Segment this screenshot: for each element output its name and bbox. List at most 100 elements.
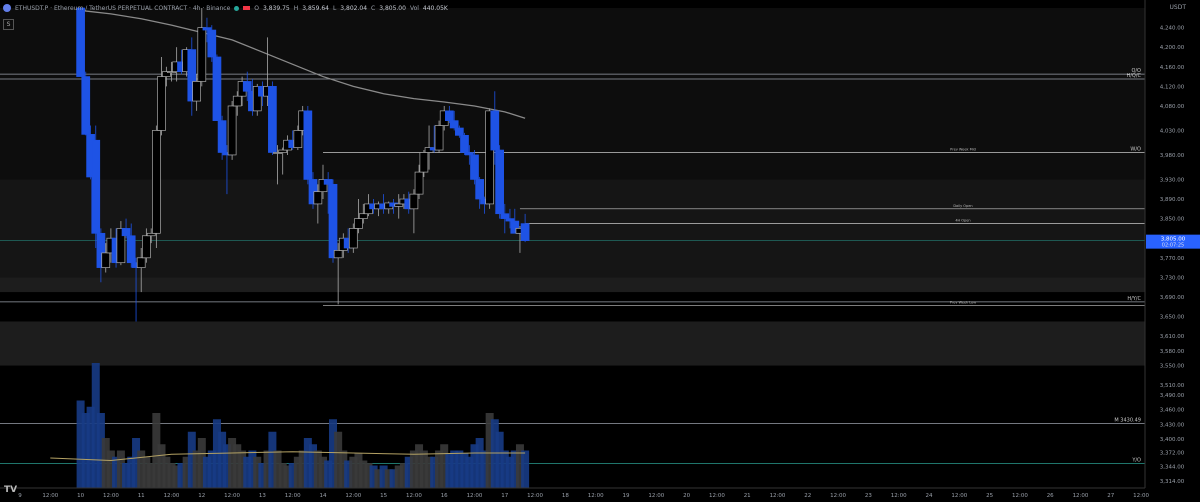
candle-body [121, 228, 131, 237]
time-tick: 12:00 [770, 493, 786, 499]
price-tick: 3,770.00 [1160, 256, 1185, 262]
time-tick: 12:00 [648, 493, 664, 499]
candle-body [328, 183, 338, 259]
level-label: H/Q/C [1126, 73, 1141, 79]
time-tick: 9 [18, 493, 22, 499]
candle [76, 7, 85, 77]
time-tick: 19 [623, 493, 630, 499]
candle-body [227, 105, 237, 156]
candle-body [136, 257, 146, 268]
level-note: Prev Week Mid [950, 147, 976, 151]
candle-body [449, 120, 459, 129]
ohlc-low-label: L [332, 4, 337, 12]
time-tick: 24 [926, 493, 933, 499]
price-zone [0, 321, 1145, 366]
candle [303, 105, 313, 185]
candle-body [520, 223, 530, 242]
time-tick: 12:00 [285, 493, 301, 499]
candle [91, 125, 101, 248]
time-tick: 12:00 [709, 493, 725, 499]
time-tick: 12:00 [1012, 493, 1028, 499]
time-tick: 15 [380, 493, 387, 499]
price-tick: 3,690.00 [1160, 295, 1185, 301]
volume-value: 440.05K [422, 4, 448, 12]
time-tick: 12:00 [164, 493, 180, 499]
volume-bar [521, 450, 530, 488]
price-tick: 4,120.00 [1160, 84, 1185, 90]
candle-body [500, 213, 510, 219]
level-label: H/Y/C [1127, 296, 1141, 302]
tradingview-logo[interactable]: TV [4, 485, 17, 495]
price-tick: 3,460.00 [1160, 408, 1185, 414]
time-tick: 21 [744, 493, 751, 499]
ohlc-high-label: H [293, 4, 299, 12]
candle-body [242, 81, 252, 92]
price-tick: 3,430.00 [1160, 422, 1185, 428]
ohlc-open-label: O [254, 4, 259, 12]
time-tick: 13 [259, 493, 266, 499]
time-tick: 12 [198, 493, 205, 499]
price-tick: 3,580.00 [1160, 349, 1185, 355]
time-tick: 25 [986, 493, 993, 499]
candle [227, 101, 237, 160]
candle [207, 25, 217, 62]
candle-body [358, 213, 368, 219]
price-tick: 3,610.00 [1160, 334, 1185, 340]
chart-canvas[interactable]: Q/OH/Q/CW/OPrev Week MidDaily Open4H Ope… [0, 0, 1200, 502]
ohlc-open: 3,839.75 [263, 4, 290, 12]
candle-body [470, 154, 479, 180]
ohlc-low: 3,802.04 [340, 4, 368, 12]
candle-body [91, 139, 101, 234]
candle-body [192, 81, 201, 102]
candle-body [505, 218, 515, 222]
time-tick: 27 [1107, 493, 1114, 499]
time-tick: 12:00 [42, 493, 58, 499]
time-tick: 12:00 [527, 493, 543, 499]
price-tick: 3,510.00 [1160, 383, 1185, 389]
candle-body [152, 130, 161, 234]
price-tick: 3,372.00 [1160, 451, 1185, 457]
price-zones [0, 8, 1145, 366]
volume-label: Vol [409, 4, 419, 12]
price-zone [0, 179, 1145, 278]
time-tick: 12:00 [588, 493, 604, 499]
price-tick: 3,930.00 [1160, 177, 1185, 183]
candle-body [495, 149, 504, 215]
ethereum-icon [3, 4, 11, 12]
time-tick: 12:00 [224, 493, 240, 499]
time-tick: 12:00 [467, 493, 483, 499]
level-label: M 3430.49 [1114, 417, 1141, 423]
candle-body [354, 218, 363, 229]
market-status-icon [234, 5, 240, 11]
time-tick: 12:00 [1133, 493, 1149, 499]
time-tick: 18 [562, 493, 569, 499]
candle-body [475, 179, 485, 200]
candle-body [293, 130, 303, 148]
candle-body [460, 134, 469, 153]
candle-body [217, 120, 227, 153]
currency-badge[interactable]: USDT [1170, 4, 1187, 11]
price-tick: 3,730.00 [1160, 275, 1185, 281]
time-tick: 10 [77, 493, 84, 499]
ohlc-high: 3,859.64 [302, 4, 329, 12]
s-button[interactable]: S [3, 19, 14, 30]
candle-body [409, 193, 419, 210]
candle-body [313, 191, 323, 205]
symbol-title[interactable]: ETHUSDT.P · Ethereum / TetherUS PERPETUA… [15, 5, 230, 12]
candle [212, 54, 222, 122]
candle-body [323, 179, 333, 185]
candle-body [419, 152, 429, 173]
candle-body [146, 232, 156, 237]
time-tick: 23 [865, 493, 872, 499]
time-tick: 26 [1047, 493, 1054, 499]
time-tick: 12:00 [891, 493, 907, 499]
candle-body [76, 7, 85, 77]
candle-body [303, 110, 313, 180]
candle-body [445, 110, 454, 122]
price-badge-countdown: 02:07:25 [1162, 243, 1184, 249]
candle-body [464, 152, 474, 156]
candle-body [455, 127, 464, 136]
price-tick: 3,890.00 [1160, 197, 1185, 203]
price-zone [0, 8, 1145, 180]
candle-body [142, 235, 151, 259]
